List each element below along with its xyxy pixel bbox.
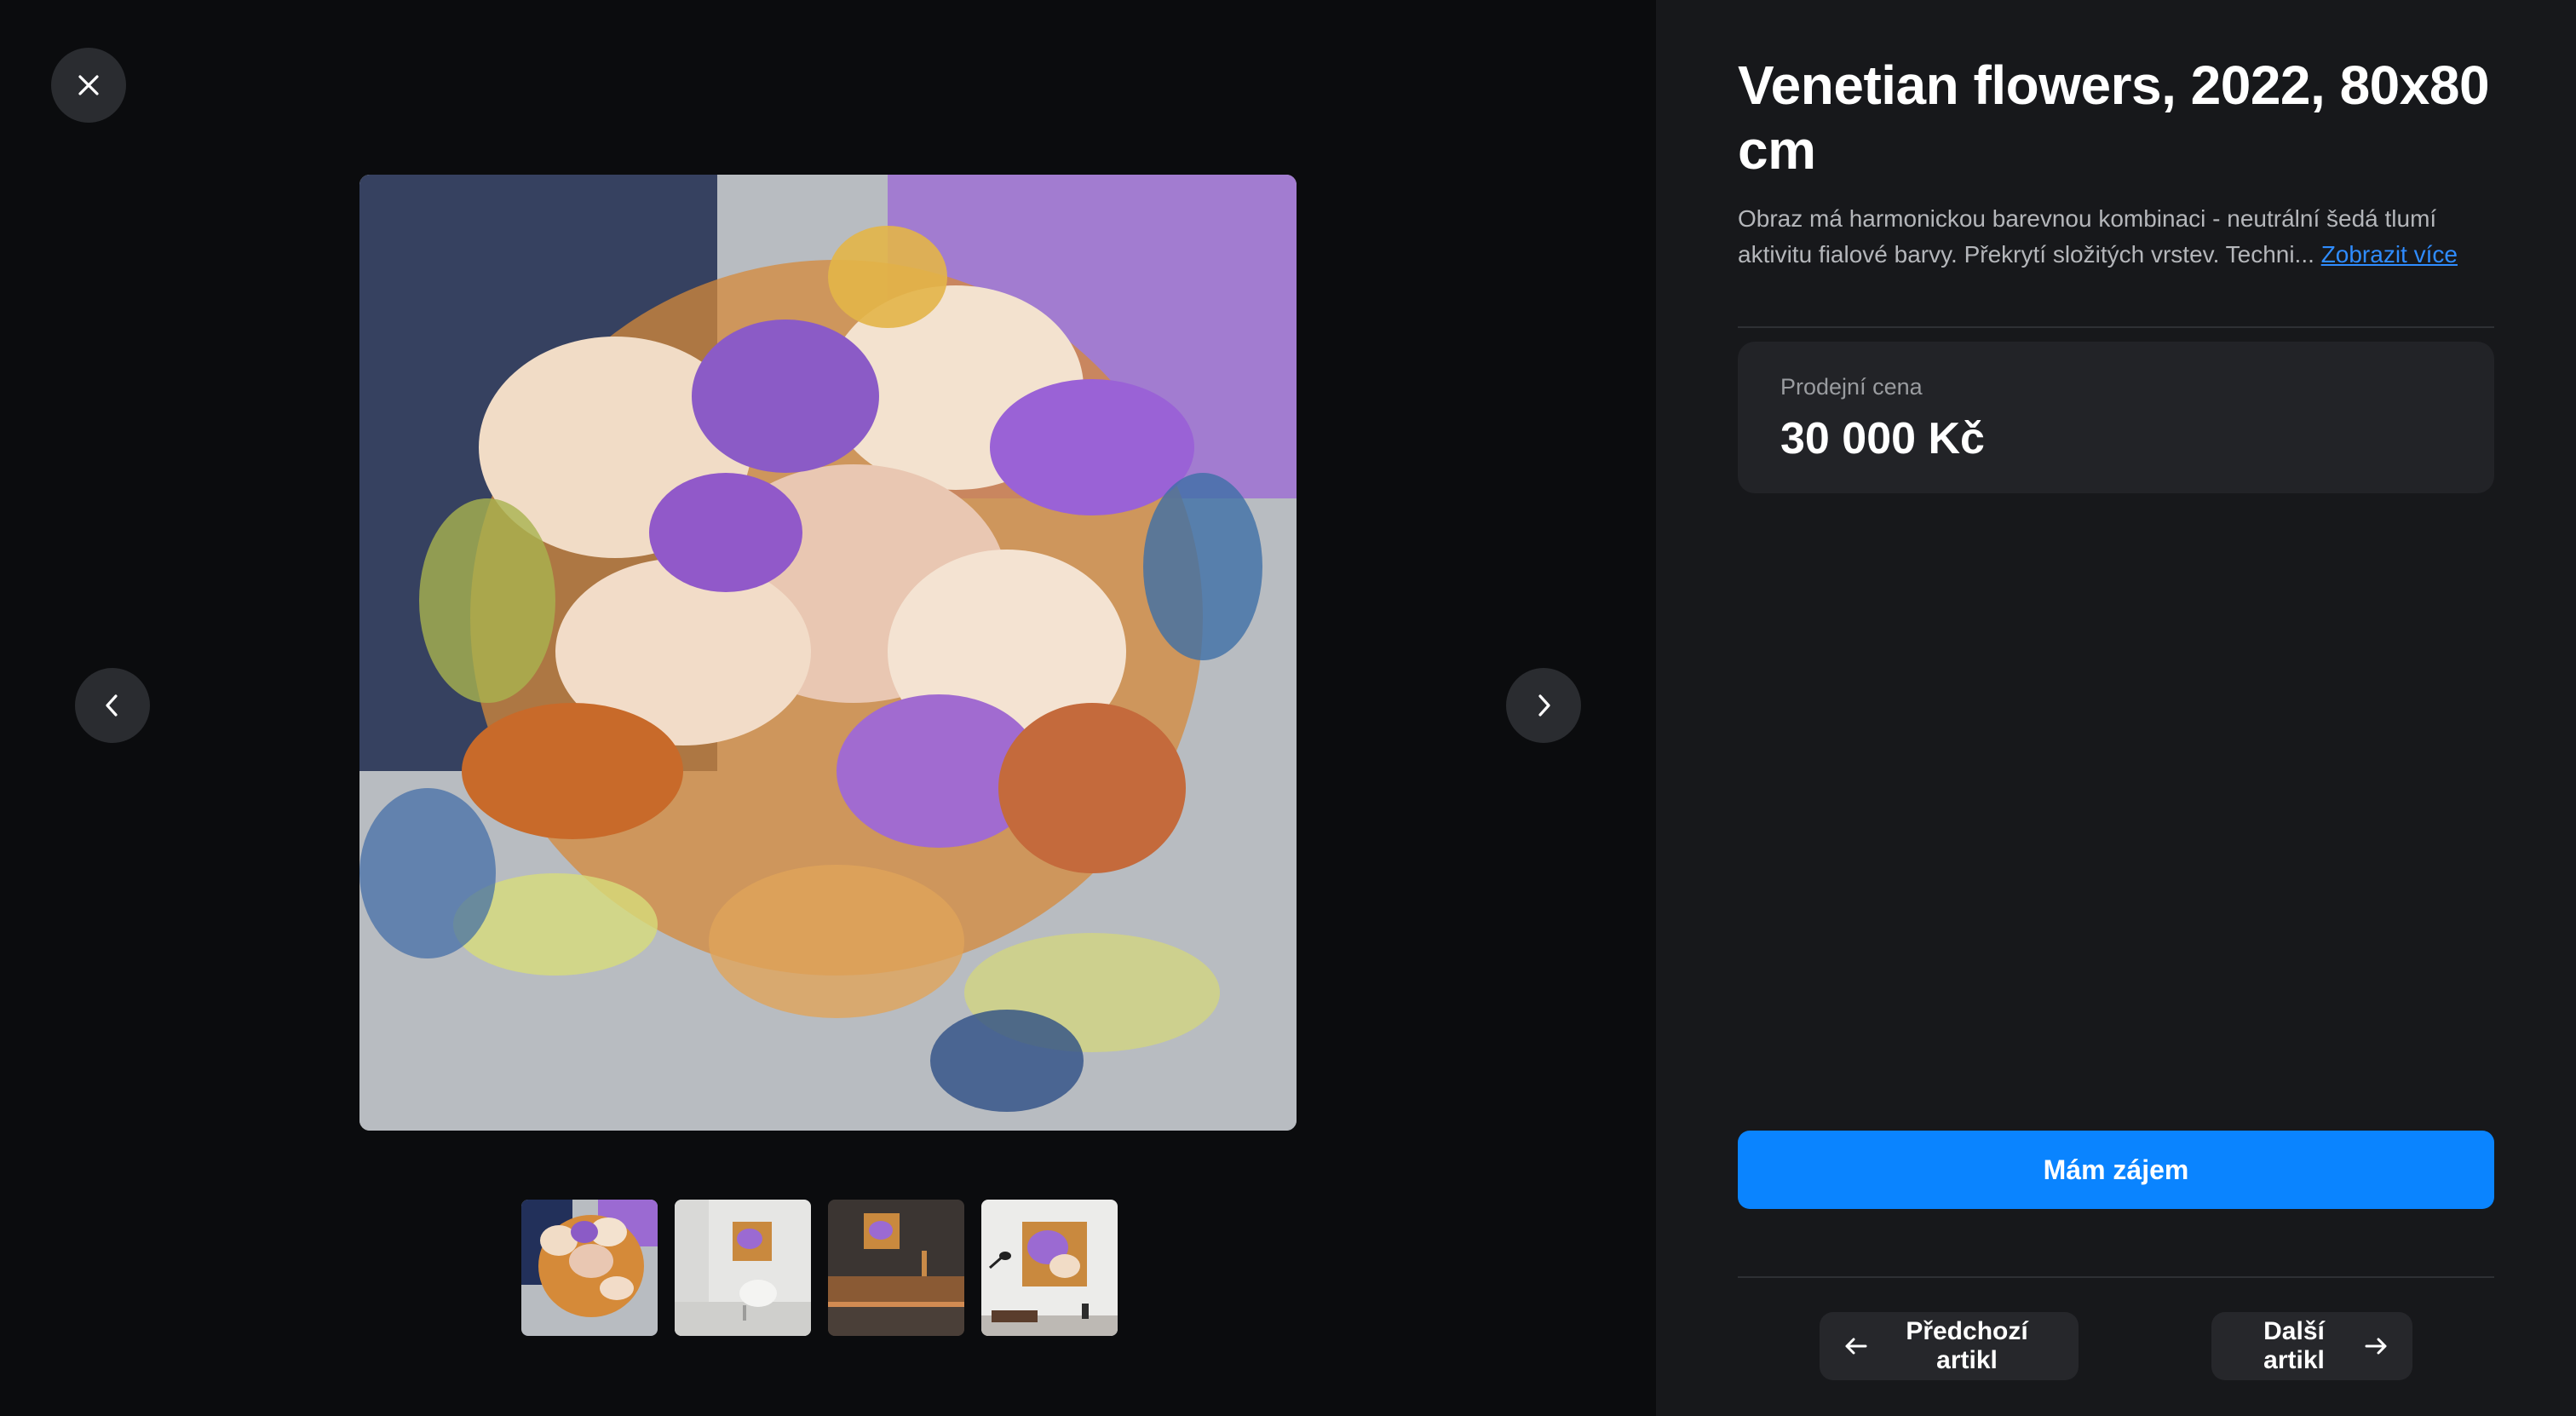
divider-bottom [1738, 1276, 2494, 1278]
chevron-right-icon [1534, 693, 1553, 718]
next-article-label: Další artikl [2263, 1317, 2325, 1374]
previous-article-label: Předchozí artikl [1906, 1317, 2028, 1374]
next-image-button[interactable] [1506, 668, 1581, 743]
arrow-left-icon [1843, 1337, 1867, 1356]
thumbnail-dark-room[interactable] [828, 1200, 964, 1336]
previous-image-button[interactable] [75, 668, 150, 743]
divider-top [1738, 326, 2494, 328]
painting-image [359, 175, 1297, 1131]
details-panel: Venetian flowers, 2022, 80x80 cm Obraz m… [1656, 0, 2576, 1416]
thumbnail-lounge-room[interactable] [981, 1200, 1118, 1336]
arrow-right-icon [2365, 1337, 2389, 1356]
previous-article-button[interactable]: Předchozí artikl [1820, 1312, 2079, 1380]
thumbnail-painting[interactable] [521, 1200, 658, 1336]
gallery-viewer [0, 0, 1656, 1416]
close-icon [78, 74, 100, 96]
show-more-link[interactable]: Zobrazit více [2321, 241, 2458, 268]
thumbnail-strip [521, 1200, 1118, 1336]
artwork-title: Venetian flowers, 2022, 80x80 cm [1738, 55, 2490, 181]
close-button[interactable] [51, 48, 126, 123]
price-value: 30 000 Kč [1780, 414, 1985, 463]
thumbnail-white-room[interactable] [675, 1200, 811, 1336]
price-label: Prodejní cena [1780, 374, 1923, 400]
next-article-button[interactable]: Další artikl [2211, 1312, 2412, 1380]
artwork-description: Obraz má harmonickou barevnou kombinaci … [1738, 201, 2487, 273]
price-card: Prodejní cena 30 000 Kč [1738, 342, 2494, 493]
chevron-left-icon [103, 693, 122, 718]
interest-button[interactable]: Mám zájem [1738, 1131, 2494, 1209]
